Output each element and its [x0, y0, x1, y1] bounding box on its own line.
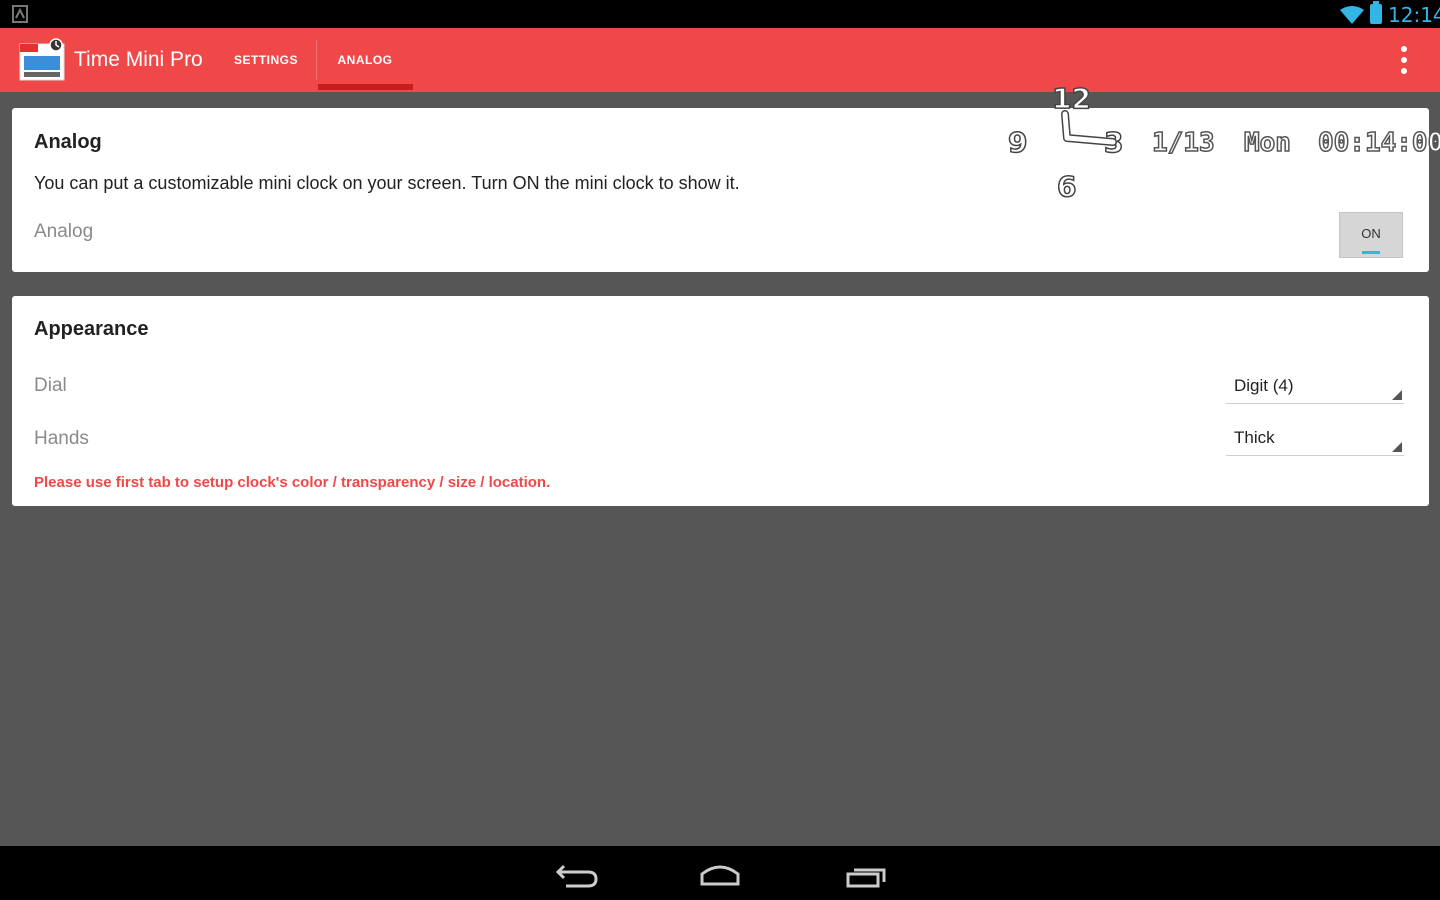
clock-hands-icon	[1061, 110, 1117, 146]
home-icon[interactable]	[690, 854, 750, 894]
clock-date: 1/13	[1151, 127, 1215, 159]
analog-description: You can put a customizable mini clock on…	[34, 173, 740, 193]
back-icon[interactable]	[546, 854, 606, 894]
app-icon[interactable]	[18, 38, 66, 82]
analog-toggle-label: Analog	[34, 221, 94, 242]
tab-analog[interactable]: ANALOG	[318, 28, 412, 92]
notification-icon	[12, 5, 28, 23]
dial-spinner[interactable]: Digit (4)	[1226, 370, 1404, 404]
clock-time: 00:14:00	[1317, 127, 1440, 159]
setup-hint: Please use first tab to setup clock's co…	[34, 474, 551, 491]
status-time: 12:14	[1388, 3, 1440, 27]
tab-selected-indicator	[318, 84, 413, 90]
toggle-state-text: ON	[1361, 226, 1381, 241]
spinner-arrow-icon	[1392, 390, 1402, 400]
tab-divider	[316, 40, 317, 80]
status-bar: 12:14	[0, 0, 1440, 28]
recent-apps-icon[interactable]	[836, 854, 896, 894]
clock-number-9: 9	[1007, 125, 1028, 160]
dial-label: Dial	[34, 375, 67, 396]
wifi-icon	[1340, 6, 1364, 24]
battery-icon	[1370, 1, 1382, 24]
analog-card: Analog You can put a customizable mini c…	[12, 108, 1429, 272]
dial-value: Digit (4)	[1234, 376, 1294, 395]
spinner-arrow-icon	[1392, 442, 1402, 452]
analog-card-title: Analog	[34, 131, 102, 153]
navigation-bar	[0, 846, 1440, 900]
app-title: Time Mini Pro	[74, 48, 203, 71]
tab-settings[interactable]: SETTINGS	[218, 28, 314, 92]
clock-number-6: 6	[1056, 169, 1077, 204]
appearance-card-title: Appearance	[34, 318, 149, 340]
hands-label: Hands	[34, 428, 89, 449]
hands-value: Thick	[1234, 428, 1275, 447]
clock-day: Mon	[1243, 127, 1291, 159]
appearance-card: Appearance Dial Digit (4) Hands Thick Pl…	[12, 296, 1429, 506]
analog-toggle-button[interactable]: ON	[1339, 212, 1403, 258]
overflow-menu-icon[interactable]	[1396, 44, 1412, 76]
hands-spinner[interactable]: Thick	[1226, 422, 1404, 456]
action-bar: Time Mini Pro SETTINGS ANALOG	[0, 28, 1440, 92]
toggle-on-indicator	[1362, 251, 1380, 254]
